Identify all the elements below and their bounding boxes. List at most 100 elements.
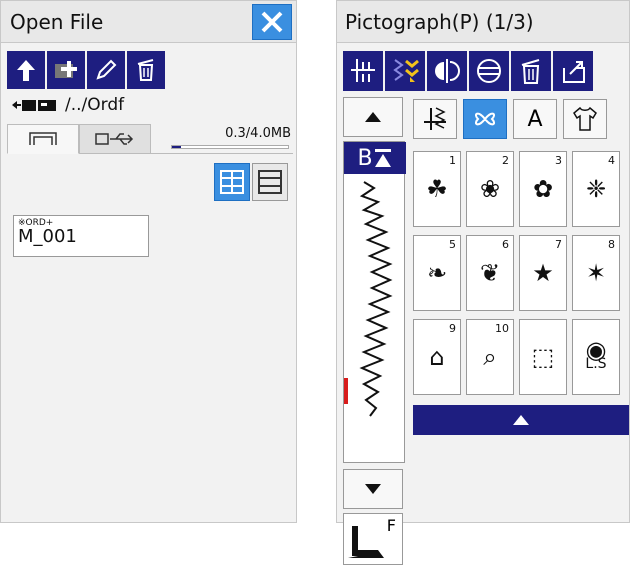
return-button[interactable]: [553, 51, 593, 91]
pictograph-icon: [475, 112, 495, 126]
scroll-down-button[interactable]: [343, 469, 403, 509]
storage-tabs: 0.3/4.0MB: [7, 124, 293, 154]
pattern-cell[interactable]: ⬚: [519, 319, 567, 395]
stitch-preview: B: [343, 141, 406, 463]
view-toggle: [214, 163, 288, 201]
trash-icon: [137, 59, 154, 81]
pattern-number: 9: [449, 322, 456, 335]
pattern-cell[interactable]: 5 ❧: [413, 235, 461, 311]
capacity-bar: [171, 145, 289, 149]
pattern-glyph-icon: ❈: [585, 175, 607, 203]
combine-button[interactable]: [385, 51, 425, 91]
pattern-cell[interactable]: 2 ❀: [466, 151, 514, 227]
usb-icon: [95, 133, 134, 145]
return-icon: [563, 61, 585, 83]
triangle-up-icon: [365, 112, 381, 122]
pencil-icon: [96, 59, 117, 80]
pattern-cell[interactable]: 9 ⌂: [413, 319, 461, 395]
grid-view-button[interactable]: [214, 163, 250, 201]
pattern-number: 3: [555, 154, 562, 167]
delete-button[interactable]: [127, 51, 165, 89]
grid-view-icon: [220, 170, 244, 194]
pattern-number: 5: [449, 238, 456, 251]
capacity-text: 0.3/4.0MB: [225, 126, 291, 141]
mirror-vertical-icon: [351, 59, 375, 82]
ls-label: L.S: [585, 356, 607, 372]
pattern-number: 10: [495, 322, 509, 335]
capacity-indicator: 0.3/4.0MB: [151, 124, 293, 154]
pattern-glyph-icon: ☘: [426, 175, 448, 203]
pattern-cell[interactable]: ◉ L.S: [572, 319, 620, 395]
elongation-button[interactable]: [469, 51, 509, 91]
foot-label: F: [386, 516, 396, 535]
needle-position-marker: [344, 378, 348, 404]
pattern-glyph-icon: ❀: [479, 175, 501, 203]
pattern-number: 2: [502, 154, 509, 167]
presser-foot-indicator: F: [343, 513, 403, 565]
category-utility[interactable]: [413, 99, 457, 139]
path-text: /../Ordf: [65, 95, 125, 115]
list-view-icon: [258, 170, 282, 194]
new-folder-button[interactable]: [47, 51, 85, 89]
expand-button[interactable]: [413, 405, 629, 435]
pictograph-panel: Pictograph(P) (1/3) B F A 1 ☘ 2 ❀ 3 ✿ 4 …: [336, 0, 630, 565]
file-item[interactable]: ※ORD+ M_001: [13, 215, 149, 257]
pattern-glyph-icon: ✿: [532, 175, 554, 203]
tab-machine-memory[interactable]: [7, 124, 79, 154]
pattern-cell[interactable]: 4 ❈: [572, 151, 620, 227]
letter-a-icon: A: [527, 106, 543, 132]
pattern-glyph-icon: ❦: [479, 259, 501, 287]
category-letters[interactable]: A: [513, 99, 557, 139]
category-buttons: A: [413, 99, 607, 139]
close-button[interactable]: [252, 4, 292, 40]
file-toolbar: [7, 51, 165, 89]
combine-icon: [393, 59, 419, 82]
pattern-glyph-icon: ★: [532, 259, 554, 287]
category-applique[interactable]: [563, 99, 607, 139]
pictograph-title: Pictograph(P) (1/3): [337, 1, 629, 43]
pattern-cell[interactable]: 8 ✶: [572, 235, 620, 311]
shirt-icon: [573, 106, 597, 131]
rename-button[interactable]: [87, 51, 125, 89]
mirror-horizontal-button[interactable]: [427, 51, 467, 91]
b-indicator: B: [344, 142, 406, 174]
pattern-number: 6: [502, 238, 509, 251]
up-arrow-icon: [17, 60, 35, 81]
pattern-cell[interactable]: 10 ⌕: [466, 319, 514, 395]
list-view-button[interactable]: [252, 163, 288, 201]
pattern-cell[interactable]: 7 ★: [519, 235, 567, 311]
breadcrumb: /../Ordf: [11, 95, 124, 115]
bar-arrow-icon: [374, 149, 391, 167]
category-pictograph[interactable]: [463, 99, 507, 139]
trash-icon: [521, 59, 540, 84]
pattern-glyph-icon: ⬚: [531, 343, 555, 371]
pattern-glyph-icon: ⌂: [429, 343, 445, 371]
pattern-cell[interactable]: 1 ☘: [413, 151, 461, 227]
pattern-cell[interactable]: 3 ✿: [519, 151, 567, 227]
pattern-glyph-icon: ⌕: [483, 343, 497, 371]
new-folder-icon: [55, 61, 77, 78]
capacity-bar-fill: [172, 146, 181, 148]
stitch-preview-icon: [359, 181, 393, 417]
machine-path-icon: [12, 100, 56, 111]
elongation-icon: [477, 59, 501, 83]
mirror-horizontal-icon: [435, 59, 460, 83]
b-label: B: [357, 145, 373, 171]
triangle-down-icon: [365, 484, 381, 494]
mirror-vertical-button[interactable]: [343, 51, 383, 91]
triangle-up-icon: [513, 415, 529, 425]
pattern-toolbar: [343, 51, 593, 91]
pattern-number: 1: [449, 154, 456, 167]
pattern-number: 4: [608, 154, 615, 167]
pattern-cell[interactable]: 6 ❦: [466, 235, 514, 311]
utility-stitch-icon: [424, 107, 446, 130]
machine-icon: [29, 132, 57, 145]
open-file-title-text: Open File: [10, 9, 104, 34]
open-file-panel: Open File /../Ordf 0.3/4.0MB ※ORD+ M_001: [0, 0, 297, 523]
up-folder-button[interactable]: [7, 51, 45, 89]
pattern-delete-button[interactable]: [511, 51, 551, 91]
scroll-up-button[interactable]: [343, 97, 403, 137]
pattern-number: 8: [608, 238, 615, 251]
file-name: M_001: [18, 226, 77, 247]
tab-usb[interactable]: [79, 124, 151, 154]
